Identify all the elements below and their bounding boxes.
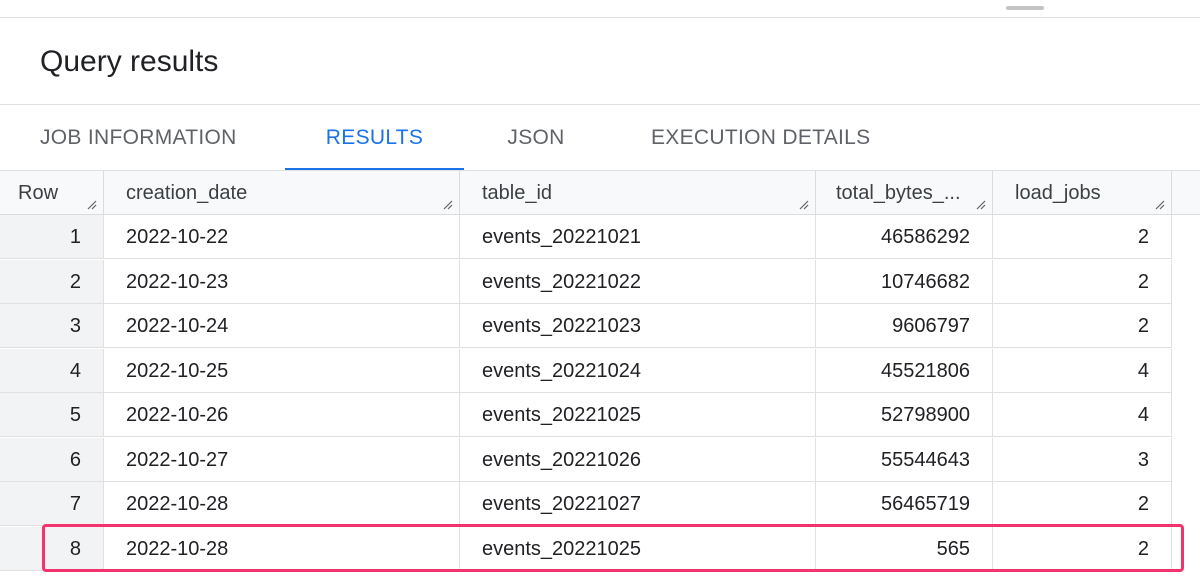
row-number-cell[interactable]: 6	[0, 437, 104, 482]
table-id-cell[interactable]: events_20221021	[460, 215, 816, 259]
drag-handle-icon[interactable]	[1006, 6, 1044, 10]
total-bytes-cell[interactable]: 56465719	[816, 482, 993, 526]
row-number-cell[interactable]: 5	[0, 393, 104, 437]
creation-date-cell[interactable]: 2022-10-27	[104, 437, 460, 482]
column-header-label: total_bytes_...	[836, 182, 961, 204]
results-tabs: JOB INFORMATION RESULTS JSON EXECUTION D…	[0, 105, 1200, 171]
load-jobs-cell[interactable]: 4	[993, 393, 1172, 437]
creation-date-cell[interactable]: 2022-10-23	[104, 259, 460, 304]
resize-handle-icon[interactable]	[1153, 198, 1165, 210]
creation-date-cell[interactable]: 2022-10-22	[104, 215, 460, 259]
column-header-label: creation_date	[126, 182, 248, 204]
row-number-cell[interactable]: 3	[0, 304, 104, 348]
total-bytes-cell[interactable]: 45521806	[816, 348, 993, 393]
creation-date-cell[interactable]: 2022-10-26	[104, 393, 460, 437]
tab-execution-details[interactable]: EXECUTION DETAILS	[651, 105, 881, 171]
total-bytes-cell[interactable]: 9606797	[816, 304, 993, 348]
table-id-cell[interactable]: events_20221027	[460, 482, 816, 526]
creation-date-cell[interactable]: 2022-10-28	[104, 482, 460, 526]
total-bytes-cell[interactable]: 46586292	[816, 215, 993, 259]
load-jobs-cell[interactable]: 2	[993, 215, 1172, 259]
creation-date-cell[interactable]: 2022-10-25	[104, 348, 460, 393]
panel-title: Query results	[40, 45, 219, 78]
table-row[interactable]: 7 2022-10-28 events_20221027 56465719 2	[0, 482, 1172, 526]
column-header-table-id[interactable]: table_id	[460, 171, 816, 215]
load-jobs-cell[interactable]: 3	[993, 437, 1172, 482]
row-number-cell[interactable]: 4	[0, 348, 104, 393]
table-id-cell[interactable]: events_20221026	[460, 437, 816, 482]
table-id-cell[interactable]: events_20221025	[460, 393, 816, 437]
resize-handle-icon[interactable]	[85, 198, 97, 210]
resize-handle-icon[interactable]	[797, 198, 809, 210]
table-id-cell[interactable]: events_20221024	[460, 348, 816, 393]
load-jobs-cell[interactable]: 2	[993, 482, 1172, 526]
tab-job-information[interactable]: JOB INFORMATION	[40, 105, 240, 171]
column-header-total-bytes[interactable]: total_bytes_...	[816, 171, 993, 215]
load-jobs-cell[interactable]: 2	[993, 259, 1172, 304]
resize-handle-icon[interactable]	[974, 198, 986, 210]
creation-date-cell[interactable]: 2022-10-24	[104, 304, 460, 348]
creation-date-cell[interactable]: 2022-10-28	[104, 526, 460, 571]
resize-handle-icon[interactable]	[441, 198, 453, 210]
row-number-cell[interactable]: 2	[0, 259, 104, 304]
panel-top-bar	[0, 0, 1200, 18]
column-header-label: Row	[18, 182, 59, 204]
table-row[interactable]: 1 2022-10-22 events_20221021 46586292 2	[0, 215, 1172, 259]
column-header-label: table_id	[482, 182, 553, 204]
table-id-cell[interactable]: events_20221025	[460, 526, 816, 571]
load-jobs-cell[interactable]: 4	[993, 348, 1172, 393]
tab-json[interactable]: JSON	[496, 105, 576, 171]
column-header-creation-date[interactable]: creation_date	[104, 171, 460, 215]
column-header-load-jobs[interactable]: load_jobs	[993, 171, 1172, 215]
table-id-cell[interactable]: events_20221022	[460, 259, 816, 304]
total-bytes-cell[interactable]: 10746682	[816, 259, 993, 304]
column-header-label: load_jobs	[1015, 182, 1101, 204]
total-bytes-cell[interactable]: 565	[816, 526, 993, 571]
total-bytes-cell[interactable]: 52798900	[816, 393, 993, 437]
row-number-cell[interactable]: 8	[0, 526, 104, 571]
table-row[interactable]: 5 2022-10-26 events_20221025 52798900 4	[0, 393, 1172, 437]
table-row[interactable]: 3 2022-10-24 events_20221023 9606797 2	[0, 304, 1172, 348]
table-row[interactable]: 4 2022-10-25 events_20221024 45521806 4	[0, 348, 1172, 393]
load-jobs-cell[interactable]: 2	[993, 304, 1172, 348]
load-jobs-cell[interactable]: 2	[993, 526, 1172, 571]
column-header-row[interactable]: Row	[0, 171, 104, 215]
table-row[interactable]: 6 2022-10-27 events_20221026 55544643 3	[0, 437, 1172, 482]
table-row[interactable]: 8 2022-10-28 events_20221025 565 2	[0, 526, 1172, 571]
table-row[interactable]: 2 2022-10-23 events_20221022 10746682 2	[0, 259, 1172, 304]
table-id-cell[interactable]: events_20221023	[460, 304, 816, 348]
row-number-cell[interactable]: 1	[0, 215, 104, 259]
header-filler	[1172, 171, 1200, 215]
row-number-cell[interactable]: 7	[0, 482, 104, 526]
total-bytes-cell[interactable]: 55544643	[816, 437, 993, 482]
tab-results[interactable]: RESULTS	[285, 105, 464, 171]
